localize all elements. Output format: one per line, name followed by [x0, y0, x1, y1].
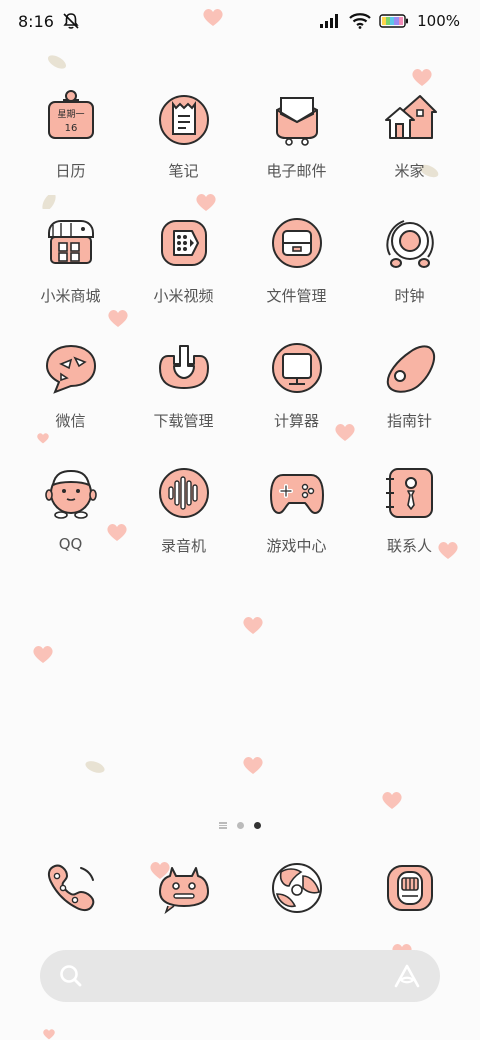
- app-label: 日历: [55, 162, 86, 180]
- petal-decoration: [85, 761, 105, 773]
- app-label: 游戏中心: [266, 537, 327, 555]
- heart-decoration: [382, 792, 402, 809]
- dock: [14, 858, 466, 922]
- mail-icon: [267, 88, 327, 148]
- app-file-manager[interactable]: 文件管理: [240, 213, 353, 316]
- download-icon: [154, 338, 214, 398]
- wechat-icon: [41, 338, 101, 398]
- app-label: 下载管理: [153, 412, 214, 430]
- status-bar: 8:16 100%: [0, 0, 480, 42]
- page-dot[interactable]: [237, 822, 244, 829]
- app-label: 计算器: [273, 412, 319, 430]
- phone-icon: [41, 858, 101, 918]
- video-icon: [154, 213, 214, 273]
- app-calculator[interactable]: 计算器: [240, 338, 353, 441]
- calendar-icon: 星期一 16: [41, 88, 101, 148]
- heart-decoration: [43, 1029, 55, 1040]
- calendar-weekday: 星期一: [57, 109, 84, 120]
- browser-icon: [267, 858, 327, 918]
- app-game-center[interactable]: 游戏中心: [240, 463, 353, 566]
- heart-decoration: [243, 757, 263, 774]
- qq-icon: [41, 463, 101, 523]
- wifi-icon: [349, 13, 371, 29]
- app-label: 指南针: [386, 412, 432, 430]
- app-wechat[interactable]: 微信: [14, 338, 127, 441]
- page-dot-current[interactable]: [254, 822, 261, 829]
- app-label: 小米商城: [40, 287, 101, 305]
- dock-camera[interactable]: [353, 858, 466, 922]
- heart-decoration: [243, 617, 263, 634]
- app-label: 文件管理: [266, 287, 327, 305]
- compass-icon: [380, 338, 440, 398]
- store-icon: [41, 213, 101, 273]
- signal-icon: [320, 14, 339, 28]
- app-calendar[interactable]: 星期一 16 日历: [14, 88, 127, 191]
- heart-decoration: [412, 69, 432, 86]
- bell-off-icon: [63, 13, 79, 29]
- gamepad-icon: [267, 463, 327, 523]
- app-label: 米家: [394, 162, 425, 180]
- message-icon: [154, 858, 214, 918]
- app-compass[interactable]: 指南针: [353, 338, 466, 441]
- calendar-day: 16: [64, 123, 77, 134]
- camera-icon: [380, 858, 440, 918]
- app-label: 笔记: [168, 162, 199, 180]
- heart-decoration: [33, 646, 53, 663]
- app-label: 微信: [55, 412, 86, 430]
- app-download-manager[interactable]: 下载管理: [127, 338, 240, 441]
- recorder-icon: [154, 463, 214, 523]
- app-label: QQ: [58, 535, 83, 553]
- folder-icon: [267, 213, 327, 273]
- app-mail[interactable]: 电子邮件: [240, 88, 353, 191]
- app-label: 录音机: [160, 537, 206, 555]
- notes-icon: [154, 88, 214, 148]
- app-clock[interactable]: 时钟: [353, 213, 466, 316]
- clock-icon: [380, 213, 440, 273]
- contacts-icon: [380, 463, 440, 523]
- battery-percent: 100%: [417, 12, 460, 30]
- dock-phone[interactable]: [14, 858, 127, 922]
- status-time: 8:16: [18, 11, 54, 31]
- app-label: 联系人: [386, 537, 432, 555]
- app-notes[interactable]: 笔记: [127, 88, 240, 191]
- dock-messages[interactable]: [127, 858, 240, 922]
- petal-decoration: [47, 55, 67, 69]
- dock-browser[interactable]: [240, 858, 353, 922]
- page-dot-feed[interactable]: [219, 822, 227, 829]
- app-qq[interactable]: QQ: [14, 463, 127, 566]
- home-icon: [380, 88, 440, 148]
- search-bar[interactable]: [40, 950, 440, 1002]
- page-indicator[interactable]: [0, 822, 480, 829]
- app-mijia[interactable]: 米家: [353, 88, 466, 191]
- app-grid: 星期一 16 日历 笔记 电子邮件 米家 小米商城 小米视频 文件管理 时钟 微…: [14, 88, 466, 566]
- app-label: 电子邮件: [266, 162, 327, 180]
- search-icon[interactable]: [58, 963, 84, 989]
- app-recorder[interactable]: 录音机: [127, 463, 240, 566]
- app-label: 时钟: [394, 287, 425, 305]
- assistant-icon[interactable]: [392, 963, 422, 989]
- battery-icon: [379, 14, 409, 28]
- app-mi-store[interactable]: 小米商城: [14, 213, 127, 316]
- app-mi-video[interactable]: 小米视频: [127, 213, 240, 316]
- app-contacts[interactable]: 联系人: [353, 463, 466, 566]
- app-label: 小米视频: [153, 287, 214, 305]
- calculator-icon: [267, 338, 327, 398]
